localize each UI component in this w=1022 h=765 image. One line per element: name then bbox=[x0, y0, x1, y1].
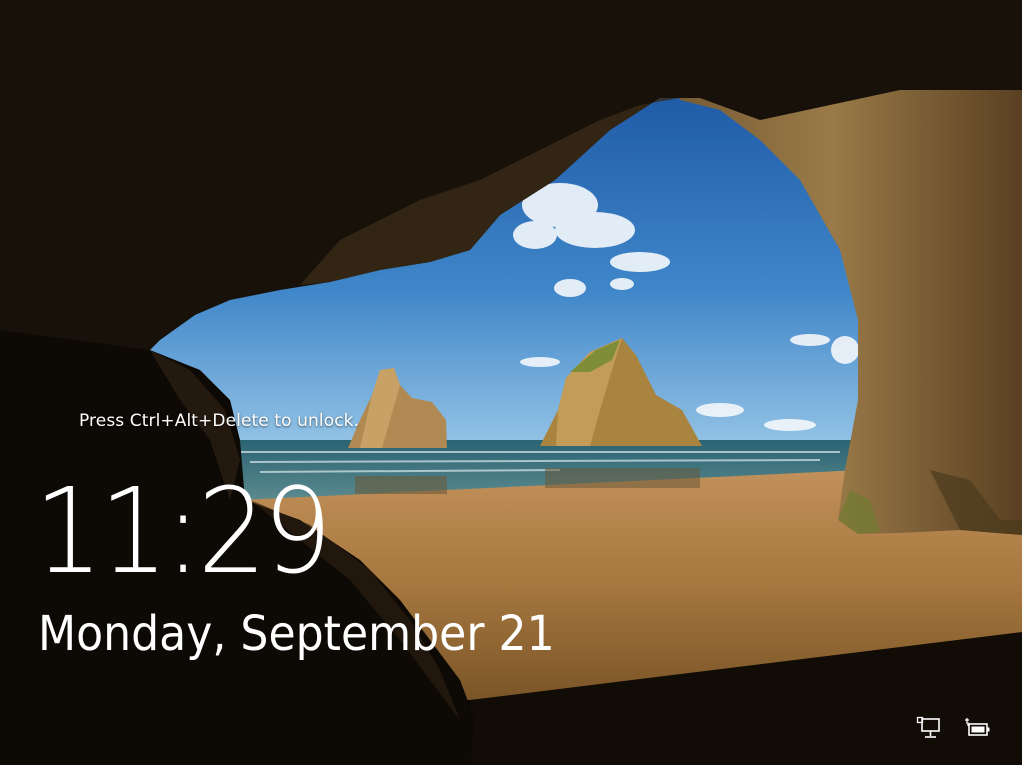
clock-date: Monday, September 21 bbox=[38, 606, 555, 662]
clock-time: 11:29 bbox=[34, 462, 332, 600]
battery-icon[interactable] bbox=[964, 716, 990, 742]
network-icon[interactable] bbox=[916, 716, 942, 742]
unlock-hint: Press Ctrl+Alt+Delete to unlock. bbox=[79, 411, 360, 431]
